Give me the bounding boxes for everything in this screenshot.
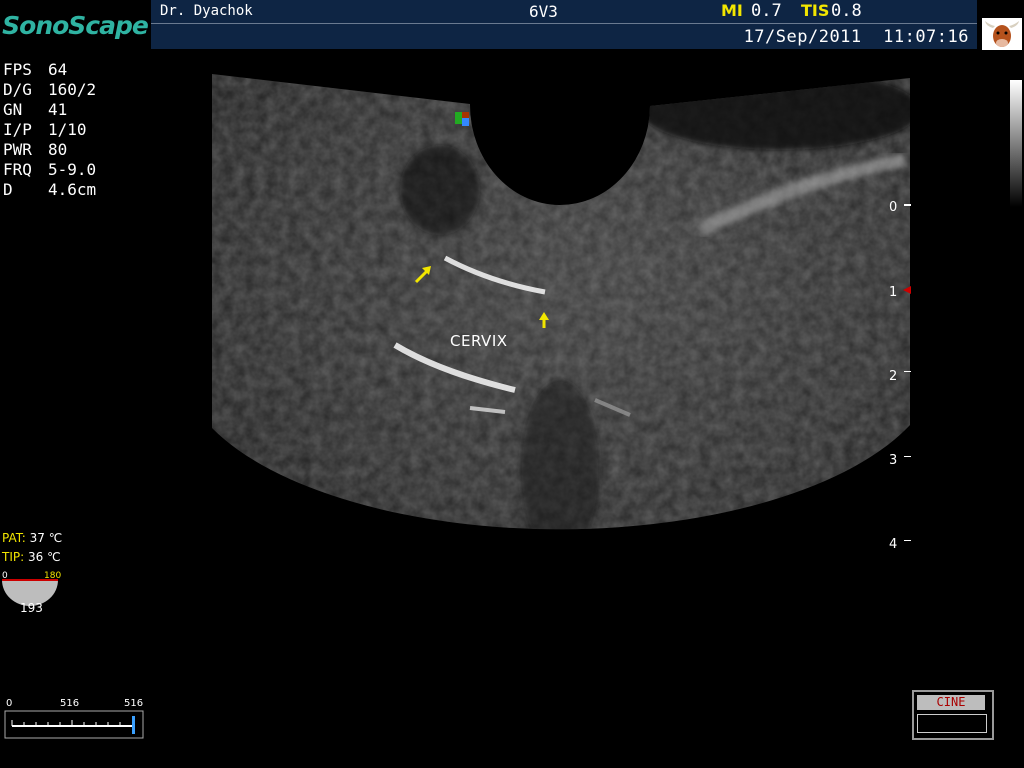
param-key: D (3, 180, 13, 199)
tis-label: TIS (801, 1, 830, 20)
pat-value: 37 ℃ (29, 531, 63, 545)
param-value: 160/2 (48, 80, 97, 99)
param-value: 4.6cm (48, 180, 97, 199)
header-info-row: Dr. Dyachok 6V3 MI 0.7 TIS 0.8 (151, 0, 977, 24)
grayscale-bar (1010, 80, 1022, 207)
pat-label: PAT: (2, 531, 26, 545)
tip-label: TIP: (2, 550, 25, 564)
param-key: FPS (3, 60, 32, 79)
doctor-name: Dr. Dyachok (160, 3, 253, 19)
param-value: 5-9.0 (48, 160, 97, 179)
header-datetime-row: 17/Sep/2011 11:07:16 (151, 24, 977, 49)
param-key: PWR (3, 140, 32, 159)
tis-value: 0.8 (831, 1, 862, 21)
brand-logo: SonoScape (0, 0, 150, 50)
depth-tick (904, 540, 911, 541)
param-key: D/G (3, 80, 32, 99)
date-time: 17/Sep/2011 11:07:16 (743, 27, 969, 47)
cine-label[interactable]: CINE (917, 695, 985, 710)
patient-temperature: PAT: 37 ℃ (2, 531, 62, 545)
orientation-marker (455, 112, 469, 126)
cine-mid: 516 (60, 698, 80, 709)
tip-temperature: TIP: 36 ℃ (2, 550, 61, 564)
depth-tick (904, 456, 911, 457)
depth-tick (904, 204, 911, 206)
depth-label: 3 (889, 453, 898, 468)
tip-value: 36 ℃ (27, 550, 61, 564)
param-key: I/P (3, 120, 32, 139)
depth-label: 1 (889, 285, 898, 300)
angle-min: 0 (2, 571, 8, 581)
param-value: 1/10 (48, 120, 87, 139)
cine-frame-bar[interactable]: 0 516 516 (4, 698, 146, 740)
mi-value: 0.7 (751, 1, 782, 21)
param-row: I/P 1/10 (3, 120, 96, 140)
depth-label: 4 (889, 537, 898, 552)
ultrasound-image (212, 74, 911, 530)
param-row: PWR 80 (3, 140, 96, 160)
cine-field (917, 714, 987, 733)
cine-start: 0 (6, 698, 13, 709)
cow-icon[interactable] (982, 18, 1022, 50)
probe-type: 6V3 (529, 2, 558, 21)
param-row: D 4.6cm (3, 180, 96, 200)
param-row: GN 41 (3, 100, 96, 120)
cine-panel[interactable]: CINE (912, 690, 994, 740)
param-key: FRQ (3, 160, 32, 179)
param-value: 41 (48, 100, 68, 119)
param-value: 64 (48, 60, 68, 79)
depth-label: 0 (889, 200, 898, 215)
imaging-parameters: FPS 64 D/G 160/2 GN 41 I/P 1/10 PWR 80 FRQ 5-9… (3, 60, 96, 200)
depth-label: 2 (889, 369, 898, 384)
angle-value: 193 (20, 601, 43, 615)
angle-max: 180 (44, 571, 62, 581)
depth-tick (904, 371, 911, 372)
param-row: FRQ 5-9.0 (3, 160, 96, 180)
param-key: GN (3, 100, 23, 119)
cine-end: 516 (124, 698, 144, 709)
param-row: D/G 160/2 (3, 80, 96, 100)
cervix-annotation: CERVIX (450, 332, 508, 350)
header-bar: SonoScape Dr. Dyachok 6V3 MI 0.7 TIS 0.8… (0, 0, 1024, 50)
param-value: 80 (48, 140, 68, 159)
param-row: FPS 64 (3, 60, 96, 80)
mi-label: MI (721, 1, 743, 20)
